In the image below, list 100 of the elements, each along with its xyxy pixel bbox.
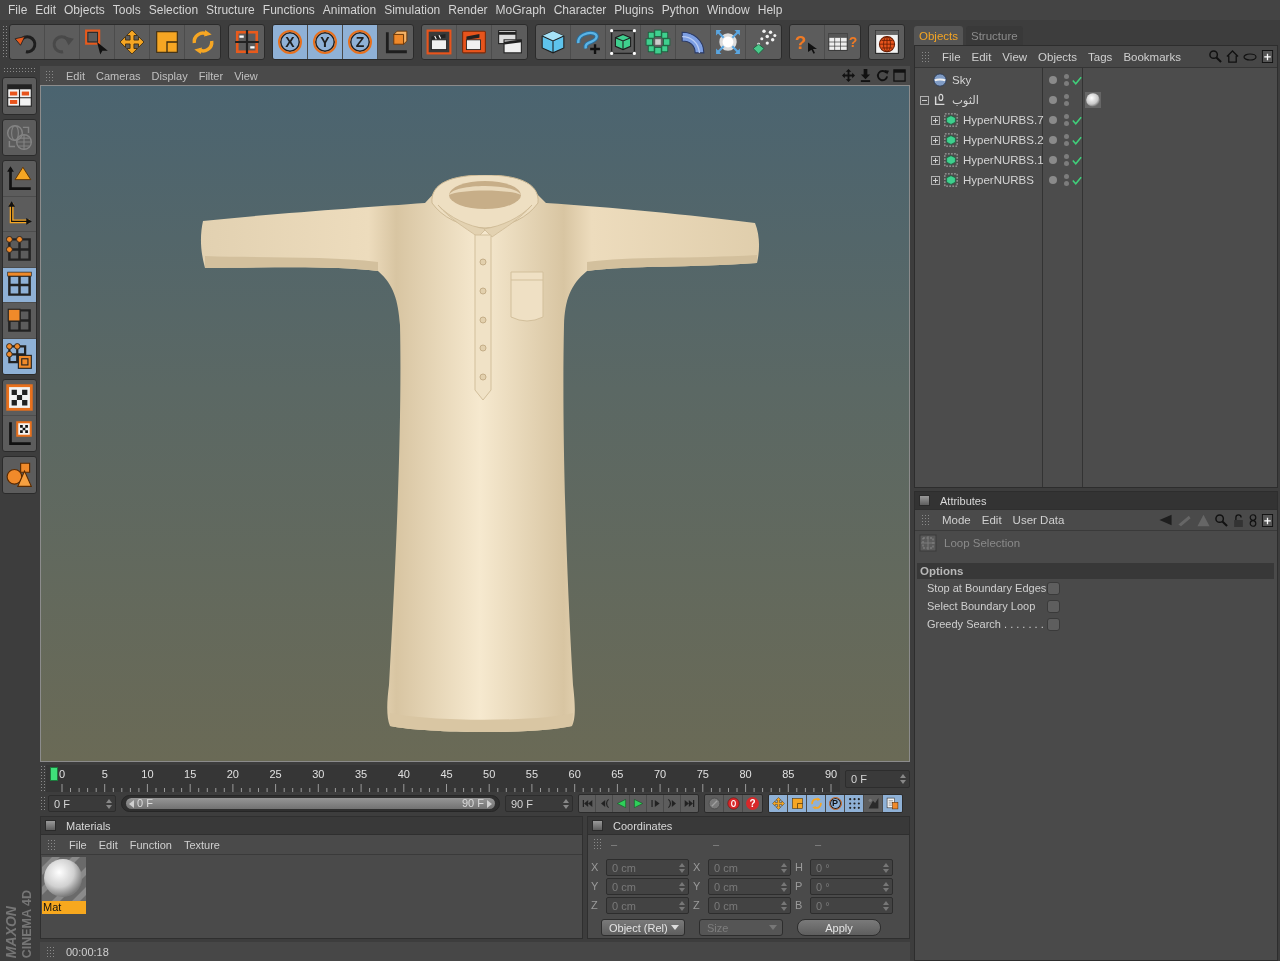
end-frame-field[interactable]: 90 F <box>505 795 573 812</box>
menu-item[interactable]: Window <box>707 3 750 17</box>
checkbox[interactable] <box>1047 617 1060 631</box>
checkbox[interactable] <box>1047 581 1060 595</box>
arrow-down-bar-icon[interactable] <box>859 69 872 82</box>
object-name[interactable]: الثوب <box>952 93 979 107</box>
menu-item[interactable]: MoGraph <box>495 3 546 17</box>
menu-item[interactable]: Texture <box>183 838 220 851</box>
menu-item[interactable]: Edit <box>971 50 992 63</box>
menu-item[interactable]: Edit <box>66 69 85 82</box>
checkbox[interactable] <box>1047 599 1060 613</box>
layer-dot-icon[interactable] <box>1049 116 1057 124</box>
object-name[interactable]: HyperNURBS.1 <box>963 154 1044 166</box>
record-button[interactable] <box>724 795 743 812</box>
manager-tab[interactable]: Objects <box>914 26 963 45</box>
spinner-icon[interactable] <box>106 798 112 809</box>
rotate-icon[interactable] <box>876 69 889 82</box>
timeline-ruler[interactable]: 0 5 10 15 20 25 30 35 40 45 50 55 60 65 70 75 80 85 90 <box>46 765 840 792</box>
new-window-icon[interactable] <box>1261 50 1274 63</box>
viewport[interactable] <box>40 85 910 762</box>
expand-box-icon[interactable] <box>931 155 940 165</box>
menu-item[interactable]: File <box>8 3 28 17</box>
material-sphere-icon[interactable] <box>1085 92 1101 108</box>
menu-item[interactable]: Structure <box>206 3 255 17</box>
collapse-box-icon[interactable] <box>920 95 929 105</box>
visibility-dots-icon[interactable] <box>1064 94 1069 106</box>
start-frame-field[interactable]: 0 F <box>48 795 116 812</box>
menu-item[interactable]: Tags <box>1088 50 1113 63</box>
menu-item[interactable]: Functions <box>262 3 315 17</box>
layer-dot-icon[interactable] <box>1049 76 1057 84</box>
search-icon[interactable] <box>1215 513 1228 527</box>
playhead[interactable] <box>50 767 58 781</box>
menu-item[interactable]: Character <box>553 3 607 17</box>
new-window-icon[interactable] <box>1261 513 1274 527</box>
parameter-key-button[interactable]: P <box>826 795 845 812</box>
layer-dot-icon[interactable] <box>1049 156 1057 164</box>
menu-item[interactable]: View <box>234 69 258 82</box>
move-cross-icon[interactable] <box>842 69 855 82</box>
checkmark-icon[interactable] <box>1072 155 1082 165</box>
checkmark-icon[interactable] <box>1072 175 1082 185</box>
menu-item[interactable]: Bookmarks <box>1123 50 1181 63</box>
checkmark-icon[interactable] <box>1072 115 1082 125</box>
expand-box-icon[interactable] <box>931 115 940 125</box>
menu-item[interactable]: Mode <box>942 514 971 526</box>
menu-item[interactable]: File <box>69 838 87 851</box>
maximize-icon[interactable] <box>893 69 906 82</box>
menu-item[interactable]: Edit <box>981 514 1002 526</box>
menu-item[interactable]: Filter <box>198 69 224 82</box>
object-name[interactable]: HyperNURBS.7 <box>963 114 1044 126</box>
right-arrow-icon[interactable] <box>487 799 492 808</box>
menu-item[interactable]: Animation <box>322 3 377 17</box>
menu-item[interactable]: Objects <box>64 3 105 17</box>
layer-dot-icon[interactable] <box>1049 176 1057 184</box>
menu-item[interactable]: Objects <box>1038 50 1078 63</box>
point-key-button[interactable] <box>845 795 864 812</box>
object-name[interactable]: Sky <box>952 74 972 86</box>
search-icon[interactable] <box>1209 50 1222 63</box>
spinner-icon[interactable] <box>900 773 906 784</box>
layer-dot-icon[interactable] <box>1049 136 1057 144</box>
menu-item[interactable]: Function <box>129 838 172 851</box>
expand-box-icon[interactable] <box>931 175 940 185</box>
visibility-dots-icon[interactable] <box>1064 74 1069 86</box>
visibility-dots-icon[interactable] <box>1064 154 1069 166</box>
object-name[interactable]: HyperNURBS <box>963 174 1034 186</box>
visibility-dots-icon[interactable] <box>1064 134 1069 146</box>
visibility-dots-icon[interactable] <box>1064 174 1069 186</box>
menu-item[interactable]: Selection <box>148 3 199 17</box>
manager-tab[interactable]: Structure <box>966 26 1023 45</box>
menu-item[interactable]: Edit <box>35 3 57 17</box>
checkmark-icon[interactable] <box>1072 135 1082 145</box>
scale-key-button[interactable] <box>788 795 807 812</box>
menu-item[interactable]: User Data <box>1012 514 1065 526</box>
rotation-key-button[interactable] <box>807 795 826 812</box>
spinner-icon[interactable] <box>563 798 569 809</box>
menu-item[interactable]: Edit <box>98 838 118 851</box>
key-scheme-button[interactable] <box>883 795 902 812</box>
object-name[interactable]: HyperNURBS.2 <box>963 134 1044 146</box>
section-header[interactable]: Options <box>917 563 1274 579</box>
padlock-icon[interactable] <box>1232 513 1245 527</box>
menu-item[interactable]: Plugins <box>614 3 654 17</box>
left-arrow-icon[interactable] <box>129 799 134 808</box>
menu-item[interactable]: File <box>942 50 961 63</box>
arrow-left-icon[interactable] <box>1158 513 1173 527</box>
expand-box-icon[interactable] <box>931 135 940 145</box>
home-icon[interactable] <box>1226 50 1239 63</box>
checkmark-icon[interactable] <box>1072 75 1082 85</box>
current-frame-field[interactable]: 0 F <box>845 769 910 788</box>
visibility-dots-icon[interactable] <box>1064 114 1069 126</box>
menu-item[interactable]: Tools <box>112 3 141 17</box>
material-name[interactable]: Mat <box>42 901 86 914</box>
material-preview-icon[interactable] <box>42 857 86 901</box>
menu-item[interactable]: View <box>1002 50 1028 63</box>
menu-item[interactable]: Python <box>661 3 700 17</box>
axis-lock-button[interactable]: Z <box>343 25 378 59</box>
menu-item[interactable]: Help <box>757 3 783 17</box>
model-mode-button[interactable] <box>2 338 36 374</box>
menu-item[interactable]: Render <box>448 3 488 17</box>
layer-dot-icon[interactable] <box>1049 96 1057 104</box>
menu-item[interactable]: Display <box>151 69 188 82</box>
position-key-button[interactable] <box>769 795 788 812</box>
